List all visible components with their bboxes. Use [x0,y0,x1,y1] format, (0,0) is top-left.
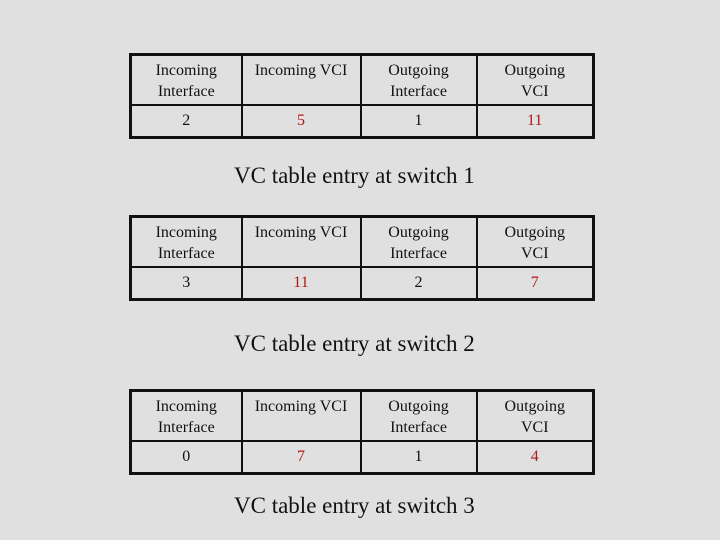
header-incoming-vci: Incoming VCI [240,389,362,442]
header-outgoing-interface: Outgoing Interface [359,53,478,106]
table-row: 3 11 2 7 [129,265,595,300]
header-incoming-interface: Incoming Interface [129,53,243,106]
cell-outgoing-vci: 11 [475,103,595,138]
cell-outgoing-interface: 1 [359,439,478,474]
cell-outgoing-interface: 1 [359,103,478,138]
header-incoming-interface: Incoming Interface [129,215,243,268]
header-incoming-interface: Incoming Interface [129,389,243,442]
cell-incoming-interface: 2 [129,103,243,138]
table-header-row: Incoming Interface Incoming VCI Outgoing I… [129,53,595,106]
header-incoming-vci: Incoming VCI [240,215,362,268]
header-outgoing-interface: Outgoing Interface [359,215,478,268]
caption-switch-1: VC table entry at switch 1 [234,163,475,188]
vc-table-switch-3: Incoming Interface Incoming VCI Outgoing I… [129,389,595,475]
cell-incoming-vci: 7 [240,439,362,474]
header-outgoing-vci: Outgoing VCI [475,215,595,268]
cell-outgoing-vci: 7 [475,265,595,300]
cell-outgoing-vci: 4 [475,439,595,474]
header-outgoing-interface: Outgoing Interface [359,389,478,442]
table-header-row: Incoming Interface Incoming VCI Outgoing I… [129,215,595,268]
cell-incoming-vci: 11 [240,265,362,300]
header-outgoing-vci: Outgoing VCI [475,389,595,442]
caption-switch-2: VC table entry at switch 2 [234,331,475,356]
vc-table-switch-2: Incoming Interface Incoming VCI Outgoing I… [129,215,595,301]
cell-incoming-vci: 5 [240,103,362,138]
table-header-row: Incoming Interface Incoming VCI Outgoing I… [129,389,595,442]
header-outgoing-vci: Outgoing VCI [475,53,595,106]
header-incoming-vci: Incoming VCI [240,53,362,106]
vc-table-switch-1: Incoming Interface Incoming VCI Outgoing I… [129,53,595,139]
caption-switch-3: VC table entry at switch 3 [234,493,475,518]
cell-outgoing-interface: 2 [359,265,478,300]
cell-incoming-interface: 3 [129,265,243,300]
cell-incoming-interface: 0 [129,439,243,474]
table-row: 2 5 1 11 [129,103,595,138]
table-row: 0 7 1 4 [129,439,595,474]
